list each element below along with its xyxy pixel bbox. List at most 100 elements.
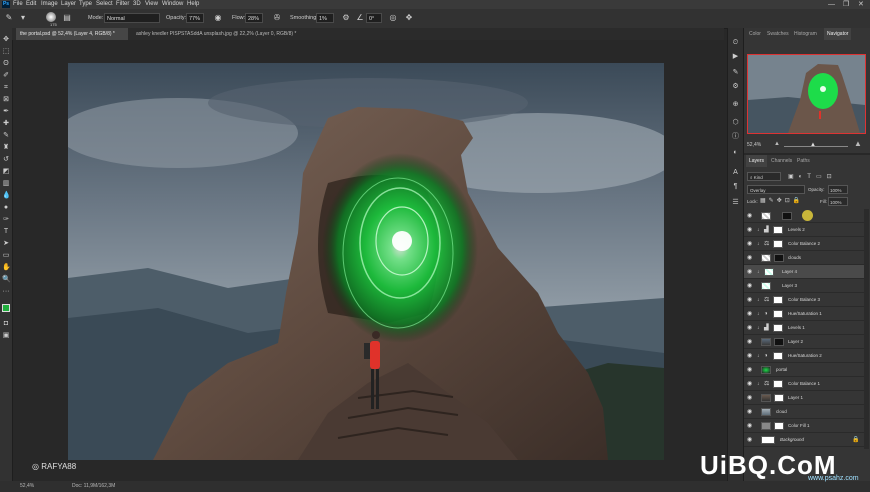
menu-select[interactable]: Select xyxy=(96,0,113,9)
tab-navigator[interactable]: Navigator xyxy=(824,28,852,40)
layer-row[interactable]: ◉ ↓ ◑ Hue/Saturation 2 xyxy=(744,349,864,363)
screen-mode-icon[interactable]: ▣ xyxy=(2,332,10,340)
menu-image[interactable]: Image xyxy=(41,0,58,9)
eye-icon[interactable]: ◉ xyxy=(747,423,754,429)
character-icon[interactable]: A xyxy=(731,168,740,177)
maximize-icon[interactable]: ❐ xyxy=(843,0,849,9)
zoom-level[interactable]: 52,4% xyxy=(20,481,34,492)
layer-opacity-input[interactable]: 100% xyxy=(828,185,848,194)
zoom-tool-icon[interactable]: 🔍 xyxy=(2,276,11,284)
healing-brush-icon[interactable]: ✚ xyxy=(2,120,10,128)
layer-row-selected[interactable]: ◉ ↓ Layer 4 xyxy=(744,265,864,279)
zoom-slider[interactable] xyxy=(784,146,848,147)
zoom-in-icon[interactable]: ▲ xyxy=(854,139,862,148)
tab-unsplash-image[interactable]: ashley knedler PISPSTASddA unsplash.jpg … xyxy=(132,28,302,40)
pressure-opacity-icon[interactable]: ◉ xyxy=(213,13,223,23)
eye-icon[interactable]: ◉ xyxy=(747,269,754,275)
menu-file[interactable]: File xyxy=(13,0,23,9)
layer-row[interactable]: ◉ Layer 3 xyxy=(744,279,864,293)
eye-icon[interactable]: ◉ xyxy=(747,409,754,415)
layer-row[interactable]: ◉ ↓ ▟ Levels 1 xyxy=(744,321,864,335)
quick-select-icon[interactable]: ✐ xyxy=(2,72,10,80)
actions-icon[interactable]: ▶ xyxy=(731,52,740,61)
rectangle-tool-icon[interactable]: ▭ xyxy=(2,252,10,260)
type-tool-icon[interactable]: T xyxy=(2,228,10,236)
brush-settings-icon[interactable]: ⚙ xyxy=(731,82,740,91)
chevron-down-icon[interactable]: ▾ xyxy=(18,13,28,23)
history-brush-icon[interactable]: ↺ xyxy=(2,156,10,164)
opacity-input[interactable]: 77% xyxy=(186,13,204,23)
lasso-tool-icon[interactable]: ʘ xyxy=(2,60,10,68)
angle-input[interactable]: 0° xyxy=(366,13,382,23)
eye-icon[interactable]: ◉ xyxy=(747,325,754,331)
paragraph-icon[interactable]: ¶ xyxy=(731,182,740,191)
layer-row[interactable]: ◉ cloud xyxy=(744,405,864,419)
more-tools-icon[interactable]: ··· xyxy=(2,288,10,296)
layer-row[interactable]: ◉ Layer 2 xyxy=(744,335,864,349)
menu-layer[interactable]: Layer xyxy=(61,0,76,9)
adjustments-icon[interactable]: ◐ xyxy=(731,148,740,157)
flow-input[interactable]: 28% xyxy=(245,13,263,23)
clone-source-icon[interactable]: ⊕ xyxy=(731,100,740,109)
layer-row[interactable]: ◉ ↓ ▟ Levels 2 xyxy=(744,223,864,237)
eye-icon[interactable]: ◉ xyxy=(747,297,754,303)
history-icon[interactable]: ⏲ xyxy=(731,38,740,47)
tab-layers[interactable]: Layers xyxy=(746,155,768,167)
menu-3d[interactable]: 3D xyxy=(133,0,141,9)
eye-icon[interactable]: ◉ xyxy=(747,283,754,289)
tab-channels[interactable]: Channels xyxy=(768,155,795,167)
foreground-color-swatch[interactable] xyxy=(2,304,10,312)
properties-icon[interactable]: ☰ xyxy=(731,198,740,207)
layer-row[interactable]: ◉ xyxy=(744,209,864,223)
eye-icon[interactable]: ◉ xyxy=(747,395,754,401)
tab-the-portal[interactable]: the portal.psd @ 52,4% (Layer 4, RGB/8) … xyxy=(16,28,128,40)
smoothing-input[interactable]: 1% xyxy=(316,13,334,23)
crop-tool-icon[interactable]: ⌗ xyxy=(2,84,10,92)
brush-tool-icon[interactable]: ✎ xyxy=(2,132,10,140)
layer-row[interactable]: ◉ ↓ ◑ Hue/Saturation 1 xyxy=(744,307,864,321)
menu-view[interactable]: View xyxy=(145,0,158,9)
pen-tool-icon[interactable]: ✑ xyxy=(2,216,10,224)
eye-icon[interactable]: ◉ xyxy=(747,255,754,261)
minimize-icon[interactable]: — xyxy=(828,0,835,9)
tab-swatches[interactable]: Swatches xyxy=(764,28,792,40)
navigator-zoom[interactable]: 52,4% xyxy=(747,142,761,148)
layer-row[interactable]: ◉ Color Fill 1 xyxy=(744,419,864,433)
layer-filter-select[interactable]: ⌕ Kind xyxy=(747,172,781,181)
eye-icon[interactable]: ◉ xyxy=(747,353,754,359)
layer-row[interactable]: ◉ ↓ ⚖ Color Balance 1 xyxy=(744,377,864,391)
brush-settings-icon[interactable]: ▤ xyxy=(62,13,72,23)
mode-select[interactable]: Normal xyxy=(104,13,160,23)
quick-mask-icon[interactable]: ◘ xyxy=(2,320,10,328)
menu-filter[interactable]: Filter xyxy=(116,0,129,9)
layer-row[interactable]: ◉ portal xyxy=(744,363,864,377)
brushes-icon[interactable]: ✎ xyxy=(731,68,740,77)
close-icon[interactable]: ✕ xyxy=(858,0,864,9)
tab-histogram[interactable]: Histogram xyxy=(791,28,820,40)
eye-icon[interactable]: ◉ xyxy=(747,241,754,247)
lock-icons[interactable]: ▦✎✥⊡🔒 xyxy=(760,197,803,204)
dodge-tool-icon[interactable]: ● xyxy=(2,204,10,212)
eye-icon[interactable]: ◉ xyxy=(747,437,754,443)
eye-icon[interactable]: ◉ xyxy=(747,367,754,373)
blend-mode-select[interactable]: Overlay xyxy=(747,185,805,194)
layer-row[interactable]: ◉ Layer 1 xyxy=(744,391,864,405)
eye-icon[interactable]: ◉ xyxy=(747,339,754,345)
eye-icon[interactable]: ◉ xyxy=(747,213,754,219)
fill-input[interactable]: 100% xyxy=(828,197,848,206)
layer-row[interactable]: ◉ clouds xyxy=(744,251,864,265)
brush-preview-icon[interactable] xyxy=(46,12,56,22)
symmetry-icon[interactable]: ✥ xyxy=(404,13,414,23)
pressure-size-icon[interactable]: ◎ xyxy=(388,13,398,23)
zoom-slider-handle[interactable]: ▲ xyxy=(810,142,816,148)
info-icon[interactable]: ⓘ xyxy=(731,132,740,141)
eye-icon[interactable]: ◉ xyxy=(747,311,754,317)
layer-row[interactable]: ◉ ↓ ⚖ Color Balance 3 xyxy=(744,293,864,307)
menu-type[interactable]: Type xyxy=(79,0,92,9)
path-select-icon[interactable]: ➤ xyxy=(2,240,10,248)
layers-scrollbar[interactable] xyxy=(864,209,869,449)
marquee-tool-icon[interactable]: ⬚ xyxy=(2,48,10,56)
menu-help[interactable]: Help xyxy=(187,0,199,9)
clone-stamp-icon[interactable]: ♜ xyxy=(2,144,10,152)
frame-tool-icon[interactable]: ⊠ xyxy=(2,96,10,104)
